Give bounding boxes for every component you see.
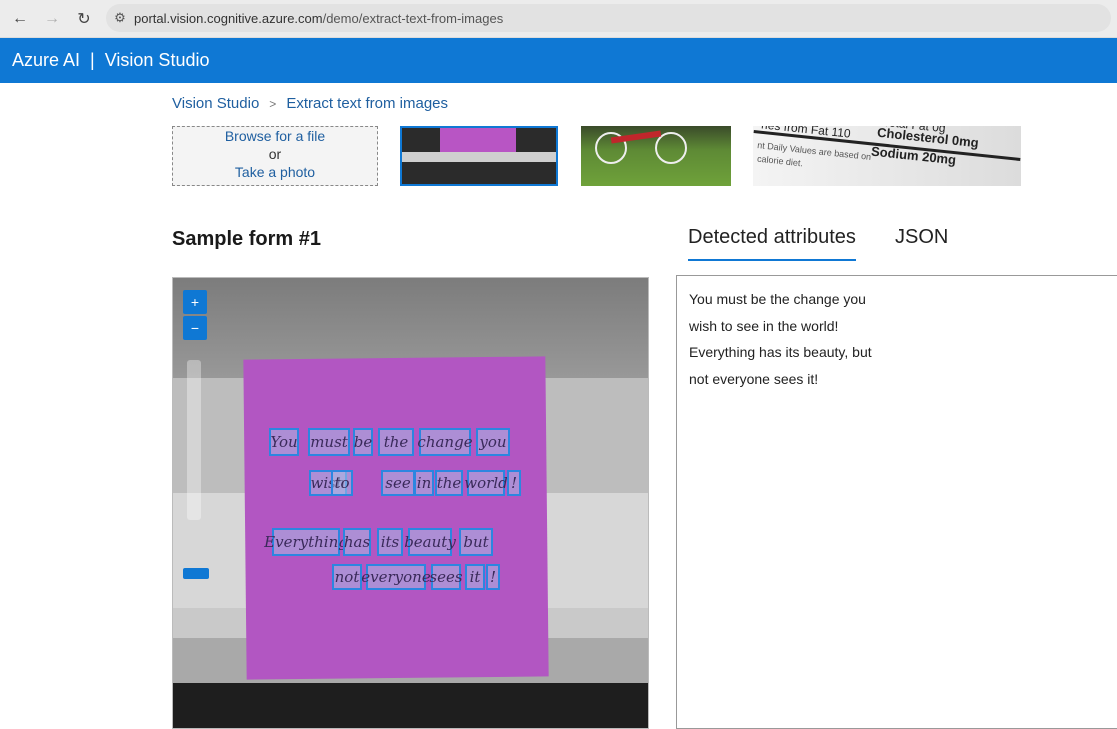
result-line: not everyone sees it! [689,370,819,387]
nutrition-text: calorie diet. [756,153,804,169]
take-photo-link[interactable]: Take a photo [173,163,377,181]
address-bar[interactable]: ⚙ portal.vision.cognitive.azure.com/demo… [106,4,1111,32]
nutrition-text: Sodium 20mg [870,143,957,168]
header-separator: | [90,50,95,70]
product-name[interactable]: Vision Studio [105,50,210,71]
word-bounding-box[interactable]: it [465,564,485,590]
photo-background [173,683,648,728]
handwritten-note [243,356,549,680]
thumbnail-desk [402,152,556,162]
word-bounding-box[interactable]: but [459,528,493,556]
word-bounding-box[interactable]: to [331,470,353,496]
word-bounding-box[interactable]: You [269,428,299,456]
sample-title: Sample form #1 [172,228,321,250]
detected-text-panel: You must be the change you wish to see i… [676,275,1117,729]
zoom-slider-track[interactable] [187,360,201,520]
site-settings-icon[interactable]: ⚙ [106,10,134,26]
result-line: You must be the change you [689,291,866,307]
reload-icon[interactable]: ↻ [72,7,96,31]
word-bounding-box[interactable]: the [435,470,463,496]
sample-thumbnail-nutrition-label[interactable]: ries from Fat 110 nt Daily Values are ba… [753,126,1021,186]
word-bounding-box[interactable]: in [414,470,434,496]
sample-thumbnail-bicycle[interactable] [581,126,731,186]
sample-thumbnail-handwriting[interactable] [400,126,558,186]
upload-dropzone[interactable]: Browse for a file or Take a photo [172,126,378,186]
tab-json[interactable]: JSON [895,226,948,259]
word-bounding-box[interactable]: beauty [404,528,456,556]
bicycle-wheel-graphic [655,132,687,164]
result-line: Everything has its beauty, but [689,344,872,360]
word-bounding-box[interactable]: has [343,528,371,556]
word-bounding-box[interactable]: ! [486,564,500,590]
upload-or-text: or [268,146,282,162]
word-bounding-box[interactable]: change [417,428,473,456]
app-header: Azure AI | Vision Studio [0,38,1117,83]
word-bounding-box[interactable]: its [377,528,403,556]
image-preview: You must be the change you wish to see in the world… [172,277,649,729]
tab-detected-attributes[interactable]: Detected attributes [688,226,856,261]
word-bounding-box[interactable]: Everything [264,528,348,556]
word-bounding-box[interactable]: ! [507,470,521,496]
breadcrumb-current[interactable]: Extract text from images [286,95,448,112]
word-bounding-box[interactable]: you [476,428,510,456]
result-line: wish to see in the world! [689,317,839,334]
chevron-right-icon: > [269,96,277,111]
browse-file-link[interactable]: Browse for a file [173,127,377,145]
bicycle-frame-graphic [610,130,662,144]
word-bounding-box[interactable]: must [308,428,350,456]
forward-arrow-icon[interactable]: → [40,7,64,31]
word-bounding-box[interactable]: not [332,564,362,590]
word-bounding-box[interactable]: be [353,428,373,456]
breadcrumb-home-link[interactable]: Vision Studio [172,95,259,112]
word-bounding-box[interactable]: everyone [361,564,431,590]
thumbnail-paper [440,128,516,152]
url-text: portal.vision.cognitive.azure.com/demo/e… [134,10,504,26]
word-bounding-box[interactable]: the [378,428,414,456]
word-bounding-box[interactable]: see [381,470,415,496]
browser-toolbar: ← → ↻ ⚙ portal.vision.cognitive.azure.co… [0,0,1117,38]
word-bounding-box[interactable]: world [464,470,508,496]
breadcrumb: Vision Studio > Extract text from images [172,95,448,112]
word-bounding-box[interactable]: sees [429,564,463,590]
zoom-in-button[interactable]: + [183,290,207,314]
back-arrow-icon[interactable]: ← [8,7,32,31]
zoom-slider-handle[interactable] [183,568,209,579]
zoom-out-button[interactable]: − [183,316,207,340]
brand-name[interactable]: Azure AI [12,50,80,71]
